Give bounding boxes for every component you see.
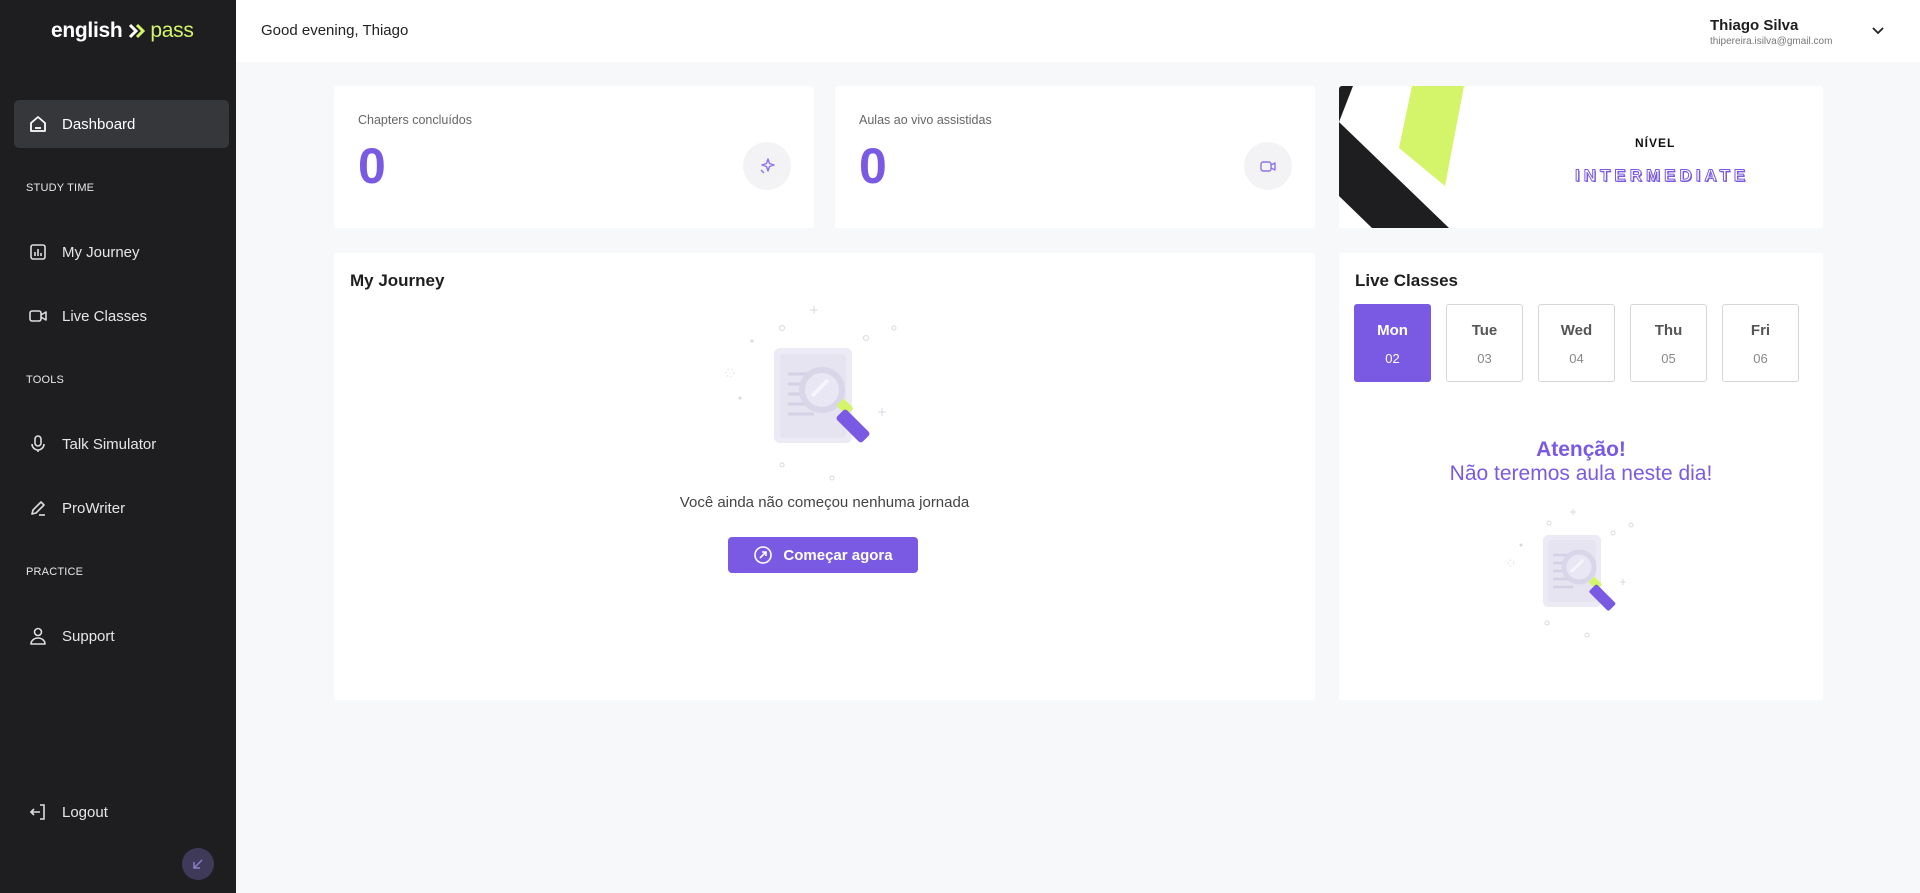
sidebar-item-talk-simulator[interactable]: Talk Simulator bbox=[14, 420, 229, 468]
sidebar-item-dashboard[interactable]: Dashboard bbox=[14, 100, 229, 148]
section-tools: TOOLS bbox=[26, 374, 65, 386]
day-date: 02 bbox=[1385, 351, 1400, 366]
pen-icon bbox=[28, 498, 48, 518]
logout-icon bbox=[28, 802, 48, 822]
sidebar-item-label: Dashboard bbox=[62, 115, 136, 133]
day-date: 04 bbox=[1569, 351, 1584, 366]
day-name: Fri bbox=[1750, 322, 1771, 339]
chevron-down-icon[interactable] bbox=[1870, 22, 1886, 38]
empty-search-illustration bbox=[1507, 509, 1634, 638]
day-tue[interactable]: Tue 03 bbox=[1446, 304, 1523, 382]
chart-icon bbox=[28, 242, 48, 262]
brand-word-english: english bbox=[51, 19, 123, 42]
user-name: Thiago Silva bbox=[1710, 17, 1799, 34]
sidebar: english pass Dashboard STUDY TIME My Jou… bbox=[0, 0, 236, 893]
brand-word-pass: pass bbox=[150, 19, 194, 42]
live-classes-stat-card: Aulas ao vivo assistidas 0 bbox=[835, 86, 1315, 228]
live-classes-card: Live Classes Mon 02 Tue 03 Wed 04 Thu 05… bbox=[1339, 253, 1823, 700]
sidebar-collapse-button[interactable] bbox=[182, 848, 214, 880]
day-name: Tue bbox=[1471, 322, 1498, 339]
level-card: NÍVEL INTERMEDIATE bbox=[1339, 86, 1823, 228]
sidebar-item-support[interactable]: Support bbox=[14, 612, 229, 660]
attention-title: Atenção! bbox=[1536, 438, 1626, 461]
classes-value: 0 bbox=[859, 138, 887, 194]
sidebar-item-label: ProWriter bbox=[62, 499, 126, 517]
day-selector: Mon 02 Tue 03 Wed 04 Thu 05 Fri 06 bbox=[1354, 304, 1799, 382]
chapters-stat-card: Chapters concluídos 0 bbox=[334, 86, 814, 228]
day-thu[interactable]: Thu 05 bbox=[1630, 304, 1707, 382]
day-name: Mon bbox=[1377, 322, 1408, 339]
sidebar-item-label: Support bbox=[62, 627, 115, 645]
classes-label: Aulas ao vivo assistidas bbox=[859, 113, 992, 127]
start-now-label: Começar agora bbox=[783, 546, 893, 564]
home-icon bbox=[28, 114, 48, 134]
video-icon bbox=[28, 306, 48, 326]
video-icon bbox=[1244, 142, 1292, 190]
section-study-time: STUDY TIME bbox=[26, 182, 95, 194]
attention-text: Não teremos aula neste dia! bbox=[1449, 462, 1713, 485]
sidebar-item-logout[interactable]: Logout bbox=[14, 788, 229, 836]
brand-arrow-icon bbox=[129, 23, 146, 39]
day-name: Wed bbox=[1560, 322, 1593, 339]
greeting-text: Good evening, Thiago bbox=[261, 22, 409, 39]
sidebar-item-live-classes[interactable]: Live Classes bbox=[14, 292, 229, 340]
sidebar-item-label: Talk Simulator bbox=[62, 435, 157, 453]
top-header: Good evening, Thiago Thiago Silva thiper… bbox=[236, 0, 1920, 62]
my-journey-title: My Journey bbox=[350, 271, 445, 290]
sidebar-item-label: My Journey bbox=[62, 243, 140, 261]
sidebar-item-my-journey[interactable]: My Journey bbox=[14, 228, 229, 276]
chapters-label: Chapters concluídos bbox=[358, 113, 472, 127]
day-name: Thu bbox=[1654, 322, 1683, 339]
user-icon bbox=[28, 626, 48, 646]
day-date: 06 bbox=[1753, 351, 1768, 366]
level-value: INTERMEDIATE bbox=[1574, 166, 1750, 186]
collapse-arrow-icon bbox=[193, 859, 203, 869]
section-practice: PRACTICE bbox=[26, 566, 84, 578]
start-now-button[interactable]: Começar agora bbox=[728, 537, 918, 573]
live-classes-title: Live Classes bbox=[1355, 271, 1459, 290]
day-wed[interactable]: Wed 04 bbox=[1538, 304, 1615, 382]
user-email: thipereira.isilva@gmail.com bbox=[1710, 36, 1833, 47]
chapters-value: 0 bbox=[358, 138, 386, 194]
day-fri[interactable]: Fri 06 bbox=[1722, 304, 1799, 382]
brand-logo[interactable]: english pass bbox=[51, 19, 194, 43]
day-mon[interactable]: Mon 02 bbox=[1354, 304, 1431, 382]
my-journey-card: My Journey Você ainda não começou nenhum… bbox=[334, 253, 1315, 700]
sparkles-icon bbox=[743, 142, 791, 190]
day-date: 05 bbox=[1661, 351, 1676, 366]
day-date: 03 bbox=[1477, 351, 1492, 366]
arrow-up-right-circle-icon bbox=[754, 546, 773, 564]
sidebar-item-label: Logout bbox=[62, 803, 108, 821]
level-decoration bbox=[1339, 86, 1464, 228]
sidebar-item-label: Live Classes bbox=[62, 307, 148, 325]
journey-empty-text: Você ainda não começou nenhuma jornada bbox=[679, 494, 970, 511]
user-menu[interactable]: Thiago Silva thipereira.isilva@gmail.com bbox=[1710, 0, 1920, 62]
sidebar-item-prowriter[interactable]: ProWriter bbox=[14, 484, 229, 532]
empty-search-illustration bbox=[725, 306, 897, 481]
mic-icon bbox=[28, 434, 48, 454]
level-label: NÍVEL bbox=[1635, 136, 1676, 150]
